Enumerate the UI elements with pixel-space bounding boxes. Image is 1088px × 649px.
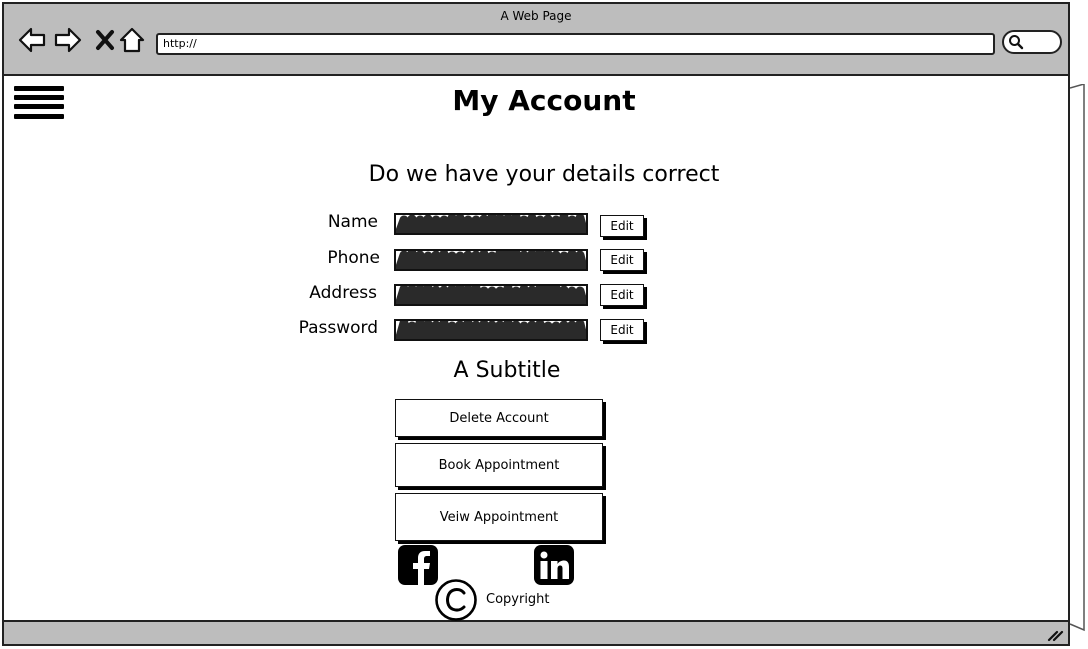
facebook-icon[interactable] xyxy=(397,544,439,586)
edit-password-button[interactable]: Edit xyxy=(600,319,644,341)
address-value-redacted xyxy=(394,284,588,306)
close-icon[interactable] xyxy=(92,26,120,54)
status-bar xyxy=(4,620,1068,644)
back-arrow-icon[interactable] xyxy=(18,26,46,54)
resize-grip-icon[interactable] xyxy=(1046,626,1064,642)
section-subtitle: A Subtitle xyxy=(0,358,1088,383)
delete-account-button[interactable]: Delete Account xyxy=(395,399,603,437)
browser-search-box[interactable] xyxy=(1002,30,1062,54)
edit-name-button[interactable]: Edit xyxy=(600,215,644,237)
copyright-icon xyxy=(435,579,477,621)
phone-label: Phone xyxy=(327,248,380,268)
copyright-text: Copyright xyxy=(486,592,550,607)
forward-arrow-icon[interactable] xyxy=(54,26,82,54)
window-title: A Web Page xyxy=(500,9,572,23)
password-value-redacted xyxy=(394,319,588,341)
phone-value-redacted xyxy=(394,249,588,271)
book-appointment-button[interactable]: Book Appointment xyxy=(395,443,603,487)
section-subtitle-text: A Subtitle xyxy=(453,358,561,383)
page-title: My Account xyxy=(452,84,636,117)
edit-phone-button[interactable]: Edit xyxy=(600,249,644,271)
search-icon xyxy=(1009,35,1024,50)
address-label: Address xyxy=(309,283,377,303)
name-label: Name xyxy=(327,212,378,232)
view-appointment-button[interactable]: Veiw Appointment xyxy=(395,493,603,541)
home-icon[interactable] xyxy=(118,26,146,54)
edit-address-button[interactable]: Edit xyxy=(600,284,644,306)
address-bar[interactable]: http:// xyxy=(156,33,995,55)
browser-toolbar: A Web Page http:// xyxy=(4,4,1068,76)
name-value-redacted xyxy=(394,213,588,235)
details-question: Do we have your details correct xyxy=(368,162,720,187)
password-label: Password xyxy=(298,318,378,338)
linkedin-icon[interactable] xyxy=(533,544,575,586)
